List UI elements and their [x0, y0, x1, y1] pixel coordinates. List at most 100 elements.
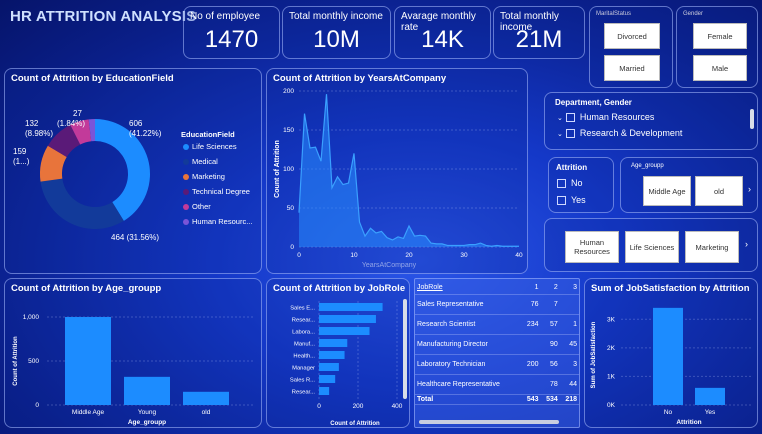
- table-row[interactable]: Manufacturing Director 90 45: [415, 334, 579, 355]
- slicer-option-life-sciences[interactable]: Life Sciences: [625, 231, 679, 263]
- chevron-down-icon[interactable]: ⌄: [557, 131, 563, 138]
- legend-dot-icon: [183, 218, 189, 225]
- slicer-label: MaritalStatus: [596, 11, 632, 17]
- jobrole-bar-chart[interactable]: 0 200 400 Sales E... Resear... Labora... Manuf…: [267, 279, 411, 429]
- chevron-right-icon[interactable]: ›: [748, 184, 751, 194]
- donut-label-marketing: 159 (1...): [13, 147, 30, 166]
- donut-label-technical: 132 (8.98%): [25, 119, 54, 138]
- job-satisfaction-chart[interactable]: 0K 1K 2K 3K No Yes Sum of JobSatisfaction Attri…: [585, 279, 759, 429]
- table-cell-value: 543: [521, 394, 541, 405]
- matrix-table: JobRole 1 2 3 Sales Representative 76 7 Researc…: [415, 282, 579, 405]
- scrollbar[interactable]: [419, 420, 559, 424]
- table-cell-value: 218: [559, 394, 579, 405]
- bar: [319, 363, 339, 371]
- table-row[interactable]: Laboratory Technician 200 56 3: [415, 354, 579, 375]
- y-tick-label: Labora...: [292, 330, 315, 336]
- x-tick-label: 0: [297, 252, 301, 259]
- slicer-option-human-resources[interactable]: Human Resources: [565, 231, 619, 263]
- slicer-option-rd[interactable]: ⌄ Research & Development: [557, 128, 682, 139]
- slicer-option-old[interactable]: old: [695, 176, 743, 206]
- chevron-down-icon[interactable]: ⌄: [557, 115, 563, 122]
- donut-label-medical: 464 (31.56%): [111, 233, 160, 242]
- table-cell-label: Research Scientist: [415, 314, 522, 335]
- chevron-right-icon[interactable]: ›: [745, 239, 748, 249]
- table-header[interactable]: JobRole 1 2 3: [415, 282, 579, 295]
- checkbox-icon[interactable]: [565, 129, 575, 139]
- slicer-label: Gender: [683, 11, 704, 17]
- checkbox-icon[interactable]: [557, 179, 566, 189]
- kpi-card-monthly-rate[interactable]: Avarage monthly rate 14K: [394, 6, 491, 59]
- checkbox-icon[interactable]: [557, 196, 566, 206]
- y-tick-label: 0: [290, 244, 294, 251]
- table-cell-value: 1: [521, 282, 541, 295]
- x-tick-label: 10: [350, 252, 358, 259]
- table-row[interactable]: Research Scientist 234 57 1: [415, 314, 579, 335]
- y-tick-label: 2K: [607, 345, 616, 352]
- table-row[interactable]: Healthcare Representative 78 44: [415, 374, 579, 395]
- years-at-company-panel: Count of Attrition by YearsAtCompany 0 50…: [266, 68, 528, 274]
- slicer-option-middle-age[interactable]: Middle Age: [643, 176, 691, 206]
- y-tick-label: Manager: [292, 366, 315, 372]
- y-tick-label: 500: [28, 358, 39, 365]
- x-tick-label: 400: [392, 403, 403, 410]
- bar: [319, 327, 370, 335]
- job-role-table[interactable]: JobRole 1 2 3 Sales Representative 76 7 Researc…: [414, 278, 580, 428]
- bar: [183, 391, 229, 405]
- legend-dot-icon: [183, 143, 189, 150]
- bar: [319, 315, 376, 323]
- table-cell-label: Laboratory Technician: [415, 354, 522, 375]
- bar: [319, 339, 348, 347]
- legend-item-other[interactable]: Other: [183, 202, 211, 211]
- marital-status-slicer[interactable]: MaritalStatus Divorced Married: [589, 6, 673, 88]
- legend-item-technical-degree[interactable]: Technical Degree: [183, 187, 250, 196]
- table-cell-value: 3: [559, 282, 579, 295]
- department-slicer[interactable]: Department, Gender ⌄ Human Resources ⌄ Res…: [544, 92, 758, 150]
- y-tick-label: Sales R...: [290, 378, 316, 384]
- age-bar-chart[interactable]: 0 500 1,000 Middle Age Young old Count of Attr…: [5, 279, 263, 429]
- y-tick-label: 1K: [607, 373, 616, 380]
- kpi-card-monthly-income[interactable]: Total monthly income 10M: [282, 6, 391, 59]
- checkbox-icon[interactable]: [565, 113, 575, 123]
- slicer-option-yes[interactable]: Yes: [557, 195, 586, 206]
- x-tick-label: 0: [317, 403, 321, 410]
- y-tick-label: 0: [35, 402, 39, 409]
- age-group-slicer[interactable]: Age_groupp Middle Age old ›: [620, 157, 758, 213]
- y-tick-label: 200: [283, 88, 294, 95]
- attrition-slicer[interactable]: Attrition No Yes: [548, 157, 614, 213]
- kpi-value: 21M: [515, 26, 563, 53]
- page-title: HR ATTRITION ANALYSIS: [10, 8, 197, 25]
- scrollbar[interactable]: [750, 109, 754, 129]
- table-cell-value: 2: [540, 282, 560, 295]
- slicer-option-hr[interactable]: ⌄ Human Resources: [557, 112, 654, 123]
- bar: [319, 351, 345, 359]
- gender-slicer[interactable]: Gender Female Male: [676, 6, 758, 88]
- legend-item-marketing[interactable]: Marketing: [183, 172, 225, 181]
- table-cell-value: 45: [559, 334, 579, 355]
- scrollbar[interactable]: [403, 299, 407, 399]
- legend-dot-icon: [183, 158, 189, 165]
- slicer-option-male[interactable]: Male: [693, 55, 747, 81]
- slicer-option-divorced[interactable]: Divorced: [604, 23, 660, 49]
- education-field-slicer[interactable]: Human Resources Life Sciences Marketing …: [544, 218, 758, 272]
- slicer-option-female[interactable]: Female: [693, 23, 747, 49]
- kpi-card-total-income[interactable]: Total monthly income 21M: [493, 6, 585, 59]
- slicer-option-marketing[interactable]: Marketing: [685, 231, 739, 263]
- kpi-value: 10M: [313, 26, 360, 53]
- table-cell-value: 56: [540, 354, 560, 375]
- table-total-row[interactable]: Total 543 534 218: [415, 394, 579, 405]
- slicer-label: Department, Gender: [555, 98, 632, 107]
- x-tick-label: 20: [405, 252, 413, 259]
- slicer-option-married[interactable]: Married: [604, 55, 660, 81]
- slicer-option-no[interactable]: No: [557, 178, 583, 189]
- legend-item-human-resources[interactable]: Human Resourc...: [183, 217, 252, 226]
- table-row[interactable]: Sales Representative 76 7: [415, 294, 579, 315]
- table-cell-value: 76: [521, 294, 541, 315]
- legend-title: EducationField: [181, 130, 235, 139]
- kpi-label: Total monthly income: [289, 11, 383, 22]
- bar: [319, 375, 336, 383]
- kpi-card-employees[interactable]: No of employee 1470: [183, 6, 280, 59]
- legend-item-medical[interactable]: Medical: [183, 157, 218, 166]
- table-cell-value: 1: [559, 314, 579, 335]
- legend-item-life-sciences[interactable]: Life Sciences: [183, 142, 237, 151]
- area-chart[interactable]: 0 50 100 150 200 0 10 20 30 40 Count of Attrition Y…: [267, 69, 529, 275]
